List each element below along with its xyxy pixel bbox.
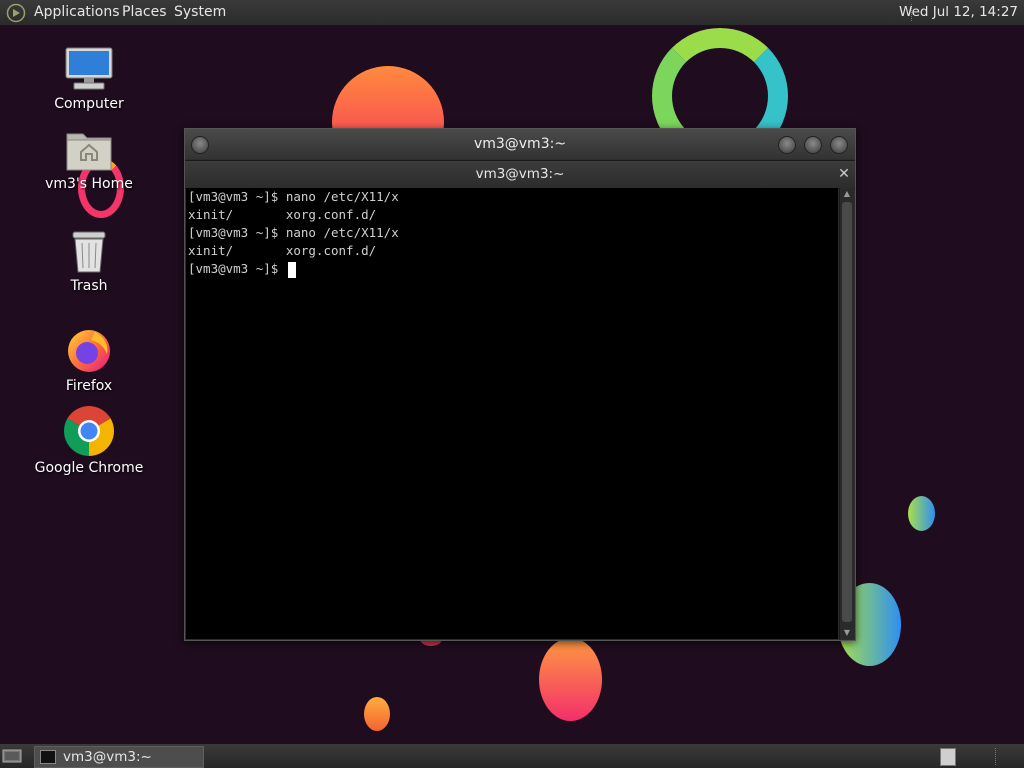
window-menu-button[interactable]: [191, 136, 209, 154]
terminal-icon: [40, 750, 56, 764]
desktop-icon-label: Computer: [54, 96, 124, 112]
taskbar-button-terminal[interactable]: vm3@vm3:~: [34, 746, 204, 768]
desktop-icon-home[interactable]: vm3's Home: [34, 128, 144, 192]
scroll-up-arrow-icon[interactable]: ▲: [840, 188, 854, 200]
terminal-window[interactable]: vm3@vm3:~ vm3@vm3:~ ✕ [vm3@vm3 ~]$ nano …: [184, 128, 856, 641]
window-title: vm3@vm3:~: [473, 136, 567, 152]
scroll-down-arrow-icon[interactable]: ▼: [840, 627, 854, 639]
terminal-prompt: [vm3@vm3 ~]$: [188, 261, 286, 276]
desktop-icon-label: Trash: [70, 278, 108, 294]
wallpaper-orb: [908, 496, 935, 531]
show-desktop-icon[interactable]: [2, 748, 22, 764]
desktop-icon-trash[interactable]: Trash: [34, 228, 144, 294]
tab-title: vm3@vm3:~: [475, 166, 565, 182]
taskbar-button-label: vm3@vm3:~: [63, 749, 152, 765]
tab-close-icon[interactable]: ✕: [837, 167, 851, 181]
terminal-line: [vm3@vm3 ~]$ nano /etc/X11/x: [188, 189, 399, 204]
workspace-switcher[interactable]: [940, 748, 956, 766]
panel-separator: [995, 748, 998, 765]
desktop-icon-firefox[interactable]: Firefox: [34, 326, 144, 394]
terminal-line: [vm3@vm3 ~]$ nano /etc/X11/x: [188, 225, 399, 240]
minimize-button[interactable]: [778, 136, 796, 154]
desktop-icon-label: vm3's Home: [45, 176, 133, 192]
chrome-icon: [64, 406, 114, 456]
system-menu[interactable]: System: [174, 0, 226, 25]
places-menu[interactable]: Places: [122, 0, 167, 25]
applications-menu[interactable]: Applications: [34, 0, 120, 25]
window-titlebar[interactable]: vm3@vm3:~: [185, 129, 855, 159]
top-panel: Applications Places System Wed Jul 12, 1…: [0, 0, 1024, 26]
clock[interactable]: Wed Jul 12, 14:27: [899, 0, 1018, 25]
wallpaper-orb: [539, 638, 602, 721]
trash-icon: [72, 231, 106, 273]
terminal-scrollbar[interactable]: ▲ ▼: [839, 188, 854, 639]
wallpaper-orb: [364, 697, 390, 731]
home-folder-icon: [66, 133, 112, 171]
terminal-tab[interactable]: vm3@vm3:~ ✕: [185, 160, 855, 189]
terminal-output[interactable]: [vm3@vm3 ~]$ nano /etc/X11/x xinit/ xorg…: [186, 188, 838, 639]
distro-logo-icon[interactable]: [6, 3, 26, 23]
terminal-line: xinit/ xorg.conf.d/: [188, 243, 377, 258]
terminal-prompt-line[interactable]: [vm3@vm3 ~]$: [186, 260, 838, 278]
text-cursor: [287, 261, 296, 278]
desktop-icon-label: Google Chrome: [34, 460, 144, 476]
bottom-panel: vm3@vm3:~: [0, 743, 1024, 768]
terminal-line: xinit/ xorg.conf.d/: [188, 207, 377, 222]
desktop-icon-label: Firefox: [65, 378, 113, 394]
close-button[interactable]: [830, 136, 848, 154]
computer-icon: [65, 47, 113, 90]
desktop-icon-computer[interactable]: Computer: [34, 46, 144, 112]
scrollbar-thumb[interactable]: [842, 202, 852, 622]
firefox-icon: [68, 330, 110, 372]
desktop-icon-chrome[interactable]: Google Chrome: [34, 406, 144, 476]
maximize-button[interactable]: [804, 136, 822, 154]
